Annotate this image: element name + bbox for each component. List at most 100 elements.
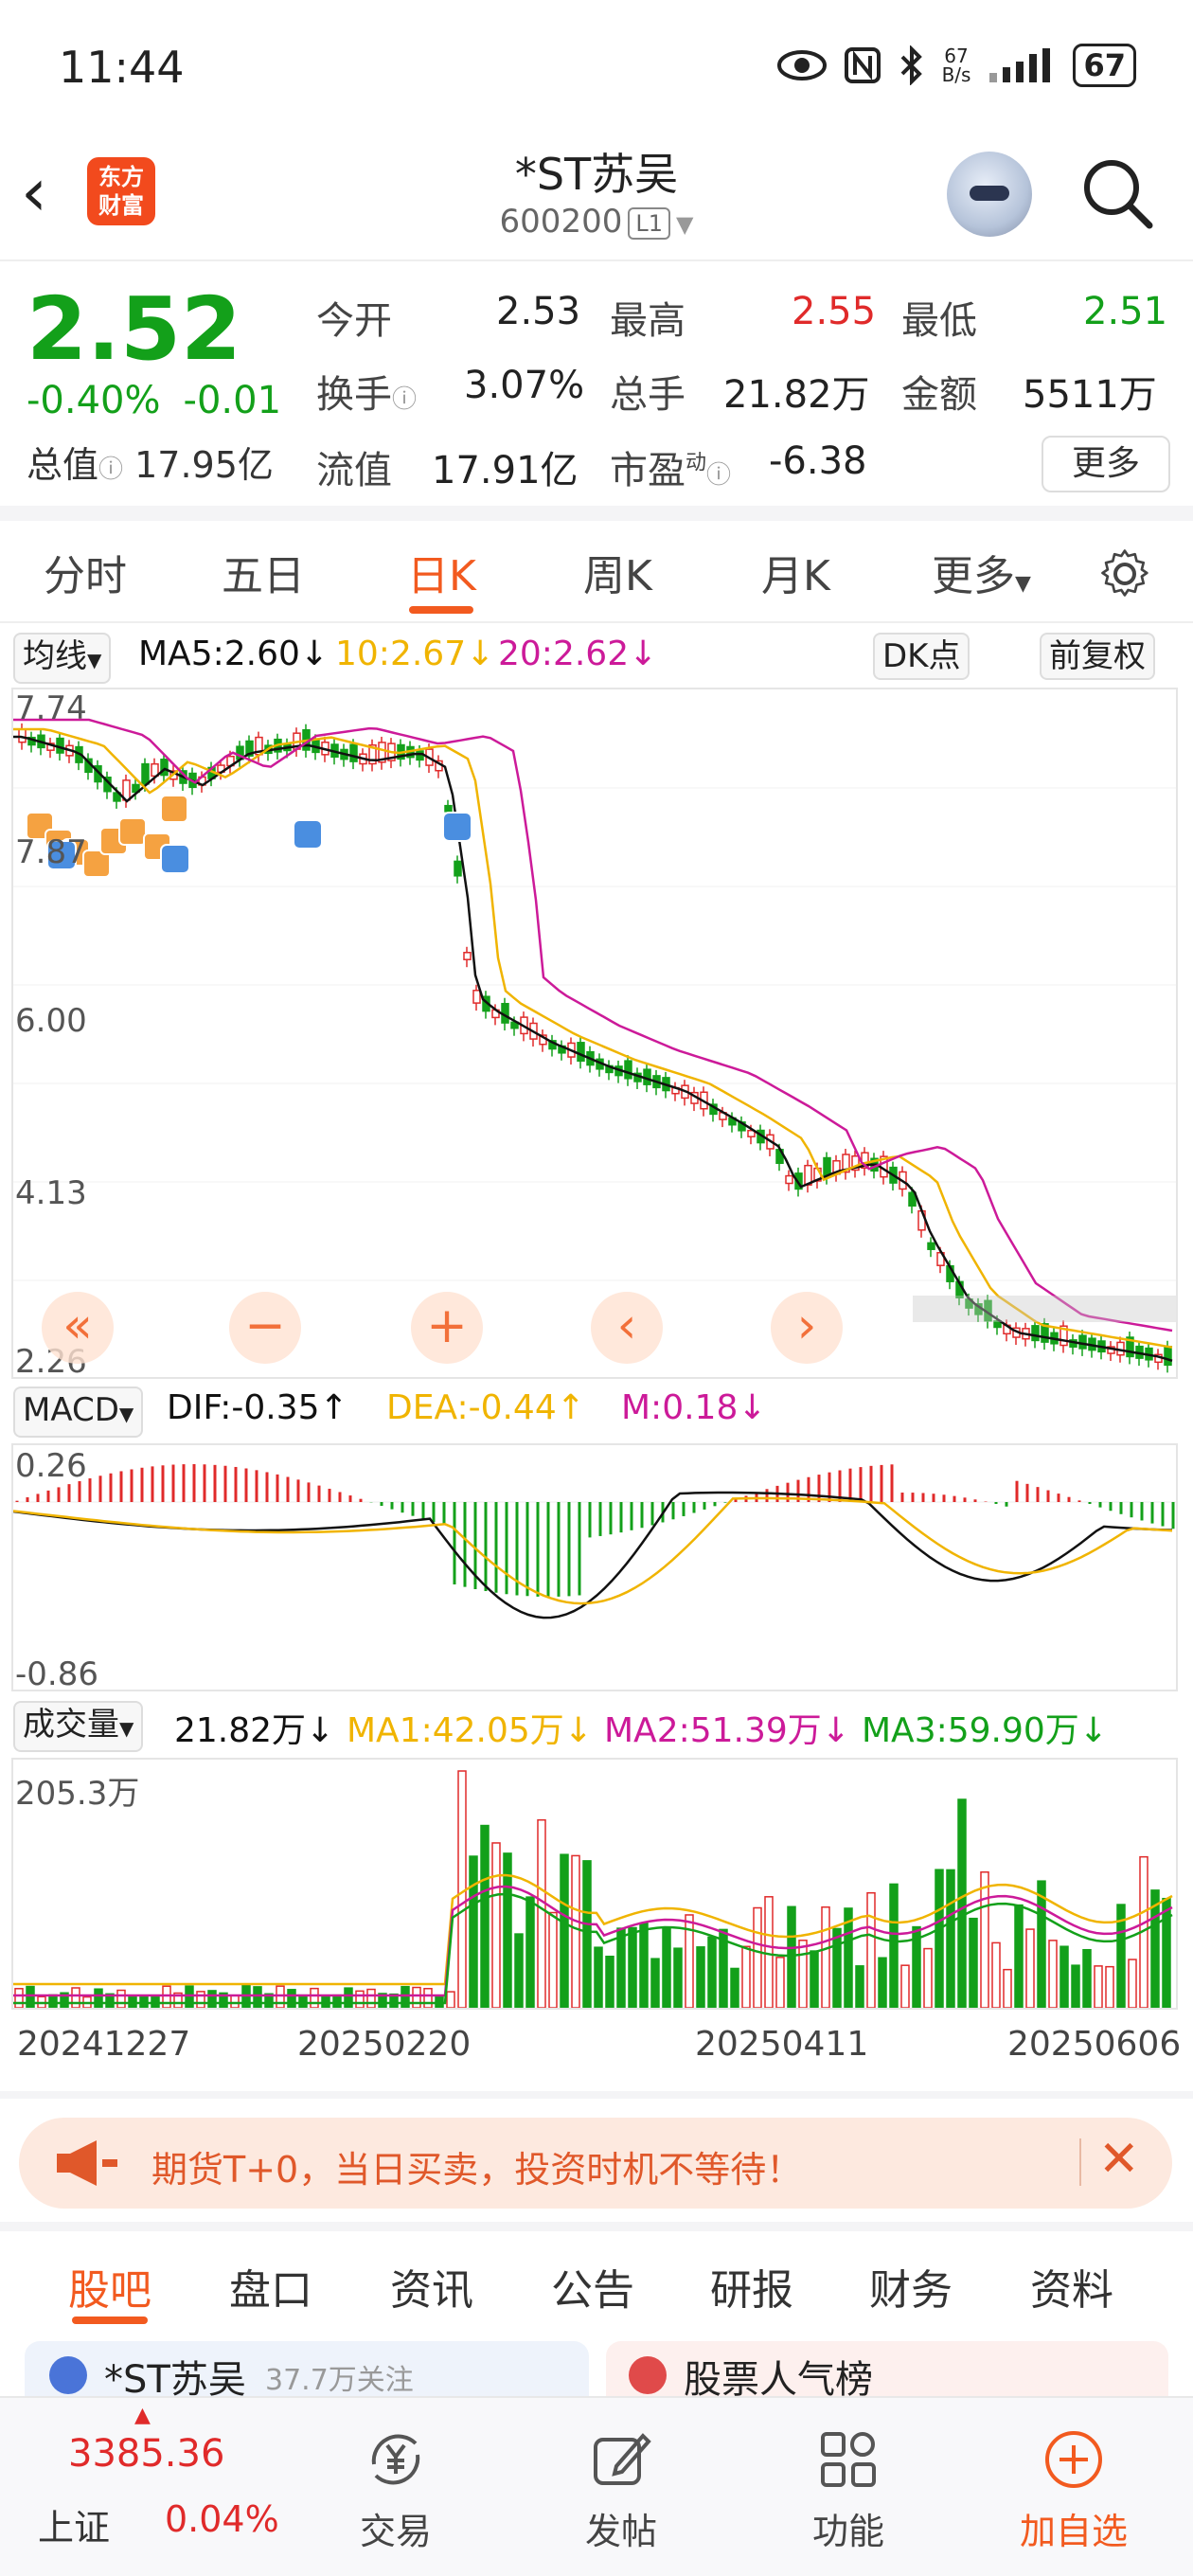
ma5-line <box>13 735 1173 1362</box>
volume-bar <box>469 1855 478 2009</box>
tab-stock-forum[interactable]: 股吧 <box>68 2256 151 2317</box>
volume-bar <box>48 1994 58 2009</box>
tab-daily-k[interactable]: 日K <box>407 542 476 602</box>
nav-add-watchlist[interactable]: 加自选 <box>979 2426 1168 2554</box>
scroll-left-button[interactable]: ‹ <box>591 1292 663 1364</box>
info-icon: ⓘ <box>98 456 124 484</box>
tab-financials[interactable]: 财务 <box>869 2256 953 2317</box>
low-value: 2.51 <box>1083 290 1168 333</box>
y-label-top: 7.74 <box>15 689 87 727</box>
kline-chart[interactable]: 7.74 7.87 6.00 4.13 2.26 « − + ‹ › <box>11 688 1178 1381</box>
candle-body <box>463 952 472 960</box>
kline-svg <box>13 718 1176 1373</box>
index-name: 上证 <box>38 2507 111 2549</box>
volume-value: 21.82万 <box>723 373 870 417</box>
volume-bar <box>1162 1897 1171 2009</box>
volume-bar <box>1082 1948 1092 2009</box>
candle-body <box>1164 1345 1172 1367</box>
futures-promo-banner[interactable]: 期货T+0，当日买卖，投资时机不等待！ ✕ <box>19 2118 1172 2209</box>
volume-bar <box>1014 1904 1024 2009</box>
ma-selector[interactable]: 均线▼ <box>13 633 112 684</box>
volume-bar <box>571 1854 580 2009</box>
volume-bar <box>866 1891 876 2009</box>
volume-bar <box>855 1965 864 2009</box>
volume-bar <box>537 1818 546 2009</box>
macd-chart[interactable]: 0.26 -0.86 <box>11 1443 1178 1693</box>
popularity-card-peek[interactable]: 股票人气榜 <box>606 2341 1168 2398</box>
volume-bar <box>366 1988 376 2009</box>
scroll-start-button[interactable]: « <box>42 1292 114 1364</box>
nav-post[interactable]: 发帖 <box>526 2426 716 2554</box>
tab-weekly-k[interactable]: 周K <box>583 542 652 602</box>
tab-news[interactable]: 资讯 <box>390 2256 473 2317</box>
volume-chart[interactable]: 205.3万 <box>11 1758 1178 2010</box>
index-ticker[interactable]: ▲ 3385.36 上证 0.04% <box>21 2404 279 2565</box>
volume-bar <box>1105 1965 1114 2009</box>
forum-card-peek[interactable]: *ST苏吴 37.7万关注 <box>25 2341 589 2398</box>
date-axis: 20241227 20250220 20250411 20250606 <box>0 2013 1193 2089</box>
macd-y-top: 0.26 <box>15 1447 87 1485</box>
forum-icon <box>49 2356 87 2394</box>
ma10-line <box>13 727 1173 1349</box>
volume-bar <box>196 1991 205 2009</box>
apps-grid-icon <box>821 2432 876 2487</box>
tab-intraday[interactable]: 分时 <box>44 542 127 602</box>
chart-period-tabs: 分时 五日 日K 周K 月K 更多▼ <box>0 519 1193 623</box>
volume-bar <box>491 1842 501 2009</box>
volume-bar <box>185 1985 194 2009</box>
divider <box>0 2091 1193 2099</box>
volume-bar <box>71 1987 80 2009</box>
caret-down-icon: ▼ <box>675 211 694 238</box>
add-circle-icon <box>1045 2431 1102 2488</box>
candle-body <box>785 1174 793 1185</box>
candle-body <box>577 1042 585 1063</box>
robot-assistant-icon[interactable] <box>947 152 1032 237</box>
float-value: 17.91亿 <box>432 449 579 492</box>
volume-bar <box>900 1964 910 2009</box>
close-icon[interactable]: ✕ <box>1098 2131 1140 2188</box>
volume-bar <box>753 1906 762 2009</box>
volume-bar <box>480 1824 490 2009</box>
candle-body <box>349 743 358 762</box>
nav-trade[interactable]: 交易 <box>301 2426 490 2554</box>
zoom-out-button[interactable]: − <box>229 1292 301 1364</box>
tab-monthly-k[interactable]: 月K <box>761 542 830 602</box>
tab-five-day[interactable]: 五日 <box>222 542 305 602</box>
volume-bar <box>446 1991 455 2009</box>
more-button[interactable]: 更多 <box>1042 436 1170 492</box>
bluetooth-icon <box>900 45 922 85</box>
volume-svg <box>13 1770 1173 2009</box>
candle-body <box>1078 1334 1087 1350</box>
volume-bar <box>639 1922 649 2009</box>
macd-selector[interactable]: MACD▼ <box>13 1386 144 1438</box>
volume-bar <box>594 1946 603 2009</box>
signal-icon <box>989 48 1051 82</box>
stock-code: 600200 <box>499 203 623 241</box>
dk-point-button[interactable]: DK点 <box>873 633 970 680</box>
zoom-in-button[interactable]: + <box>411 1292 483 1364</box>
ma-indicator-row: 均线▼ MA5:2.60↓ 10:2.67↓ 20:2.62↓ DK点 前复权 <box>0 627 1193 684</box>
tab-more[interactable]: 更多▼ <box>932 542 1031 602</box>
info-icon: ⓘ <box>392 385 418 414</box>
price-change: -0.40% -0.01 <box>27 379 282 422</box>
search-icon[interactable] <box>1079 155 1155 231</box>
volume-selector[interactable]: 成交量▼ <box>13 1701 144 1752</box>
volume-bar <box>832 1927 842 2009</box>
nav-functions[interactable]: 功能 <box>754 2426 943 2554</box>
tab-research[interactable]: 研报 <box>710 2256 793 2317</box>
level-badge: L1 <box>628 206 670 240</box>
tab-profile[interactable]: 资料 <box>1030 2256 1113 2317</box>
buy-marker-t <box>118 817 147 846</box>
volume-bar <box>787 1905 796 2009</box>
volume-bar <box>514 1933 524 2009</box>
adjust-button[interactable]: 前复权 <box>1040 633 1155 680</box>
scroll-right-button[interactable]: › <box>771 1292 843 1364</box>
tab-announcements[interactable]: 公告 <box>551 2256 634 2317</box>
tab-order-book[interactable]: 盘口 <box>229 2256 312 2317</box>
volume-bar <box>116 1989 126 2009</box>
volume-bar <box>1094 1965 1103 2009</box>
volume-bar <box>696 1946 705 2009</box>
gear-icon[interactable] <box>1098 547 1151 600</box>
status-bar: 11:44 67 B/s 67 <box>0 0 1193 133</box>
sell-marker-s <box>160 844 190 874</box>
